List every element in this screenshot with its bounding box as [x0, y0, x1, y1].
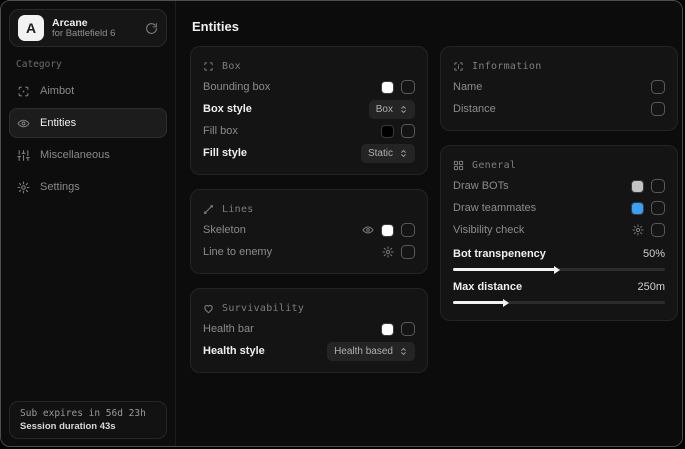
refresh-icon[interactable]: [145, 22, 158, 35]
setting-row-draw-bots: Draw BOTs: [453, 175, 665, 197]
setting-row-draw-teammates: Draw teammates: [453, 197, 665, 219]
bot-transparency-slider[interactable]: [453, 268, 665, 271]
session-card: Sub expires in 56d 23h Session duration …: [9, 401, 167, 439]
gear-icon[interactable]: [382, 246, 394, 258]
gear-icon: [17, 181, 30, 194]
checkbox[interactable]: [651, 102, 665, 116]
app-window: A Arcane for Battlefield 6 Category Aimb…: [0, 0, 683, 447]
checkbox[interactable]: [401, 245, 415, 259]
checkbox[interactable]: [401, 124, 415, 138]
slider-value: 50%: [643, 248, 665, 260]
checkbox[interactable]: [651, 223, 665, 237]
color-swatch[interactable]: [631, 202, 644, 215]
brand-card: A Arcane for Battlefield 6: [9, 9, 167, 47]
setting-row-distance: Distance: [453, 98, 665, 120]
sidebar-item-label: Miscellaneous: [40, 149, 110, 161]
category-label: Category: [16, 59, 175, 70]
sidebar-item-entities[interactable]: Entities: [9, 108, 167, 138]
color-swatch[interactable]: [381, 323, 394, 336]
heart-icon: [203, 303, 214, 314]
checkbox[interactable]: [401, 322, 415, 336]
slider-value: 250m: [637, 281, 665, 293]
crosshair-icon: [17, 85, 30, 98]
chevron-up-down-icon: [399, 347, 408, 356]
section-title: Information: [472, 61, 542, 72]
sidebar: A Arcane for Battlefield 6 Category Aimb…: [1, 1, 176, 446]
setting-row-bounding-box: Bounding box: [203, 76, 415, 98]
section-general: General Draw BOTs Draw teammates: [440, 145, 678, 321]
sidebar-item-aimbot[interactable]: Aimbot: [9, 76, 167, 106]
setting-row-skeleton: Skeleton: [203, 219, 415, 241]
checkbox[interactable]: [401, 80, 415, 94]
setting-row-box-style: Box style Box: [203, 98, 415, 120]
chevron-up-down-icon: [399, 105, 408, 114]
sidebar-item-miscellaneous[interactable]: Miscellaneous: [9, 140, 167, 170]
section-lines: Lines Skeleton Line to enemy: [190, 189, 428, 274]
sidebar-item-label: Settings: [40, 181, 80, 193]
section-title: Survivability: [222, 303, 304, 314]
main-content: Entities Box Bounding box: [176, 1, 683, 446]
sub-expiry-text: Sub expires in 56d 23h: [20, 408, 156, 419]
max-distance-control: Max distance 250m: [453, 277, 665, 304]
section-information: Information Name Distance: [440, 46, 678, 131]
section-title: Lines: [222, 204, 254, 215]
visibility-eye-icon[interactable]: [362, 224, 374, 236]
checkbox[interactable]: [401, 223, 415, 237]
health-style-dropdown[interactable]: Health based: [327, 342, 415, 361]
setting-row-fill-box: Fill box: [203, 120, 415, 142]
chevron-up-down-icon: [399, 149, 408, 158]
box-frame-icon: [203, 61, 214, 72]
grid-icon: [453, 160, 464, 171]
app-logo: A: [18, 15, 44, 41]
sidebar-nav: Aimbot Entities Miscellaneous Settings: [1, 76, 175, 202]
page-title: Entities: [192, 19, 678, 34]
color-swatch[interactable]: [381, 224, 394, 237]
bot-transparency-control: Bot transpenency 50%: [453, 244, 665, 271]
max-distance-slider[interactable]: [453, 301, 665, 304]
setting-row-name: Name: [453, 76, 665, 98]
app-subtitle: for Battlefield 6: [52, 29, 137, 40]
section-survivability: Survivability Health bar Health style He…: [190, 288, 428, 373]
info-icon: [453, 61, 464, 72]
sidebar-item-settings[interactable]: Settings: [9, 172, 167, 202]
fill-style-dropdown[interactable]: Static: [361, 144, 415, 163]
setting-row-line-to-enemy: Line to enemy: [203, 241, 415, 263]
gear-icon[interactable]: [632, 224, 644, 236]
checkbox[interactable]: [651, 179, 665, 193]
setting-row-health-style: Health style Health based: [203, 340, 415, 362]
checkbox[interactable]: [651, 80, 665, 94]
sidebar-item-label: Aimbot: [40, 85, 74, 97]
color-swatch[interactable]: [631, 180, 644, 193]
sidebar-item-label: Entities: [40, 117, 76, 129]
eye-icon: [17, 117, 30, 130]
sliders-icon: [17, 149, 30, 162]
box-style-dropdown[interactable]: Box: [369, 100, 415, 119]
setting-row-health-bar: Health bar: [203, 318, 415, 340]
section-title: Box: [222, 61, 241, 72]
section-title: General: [472, 160, 516, 171]
setting-row-fill-style: Fill style Static: [203, 142, 415, 164]
color-swatch[interactable]: [381, 125, 394, 138]
app-name: Arcane: [52, 17, 137, 29]
line-icon: [203, 204, 214, 215]
checkbox[interactable]: [651, 201, 665, 215]
color-swatch[interactable]: [381, 81, 394, 94]
section-box: Box Bounding box Box style Box: [190, 46, 428, 175]
session-duration-text: Session duration 43s: [20, 421, 156, 432]
setting-row-visibility-check: Visibility check: [453, 219, 665, 241]
